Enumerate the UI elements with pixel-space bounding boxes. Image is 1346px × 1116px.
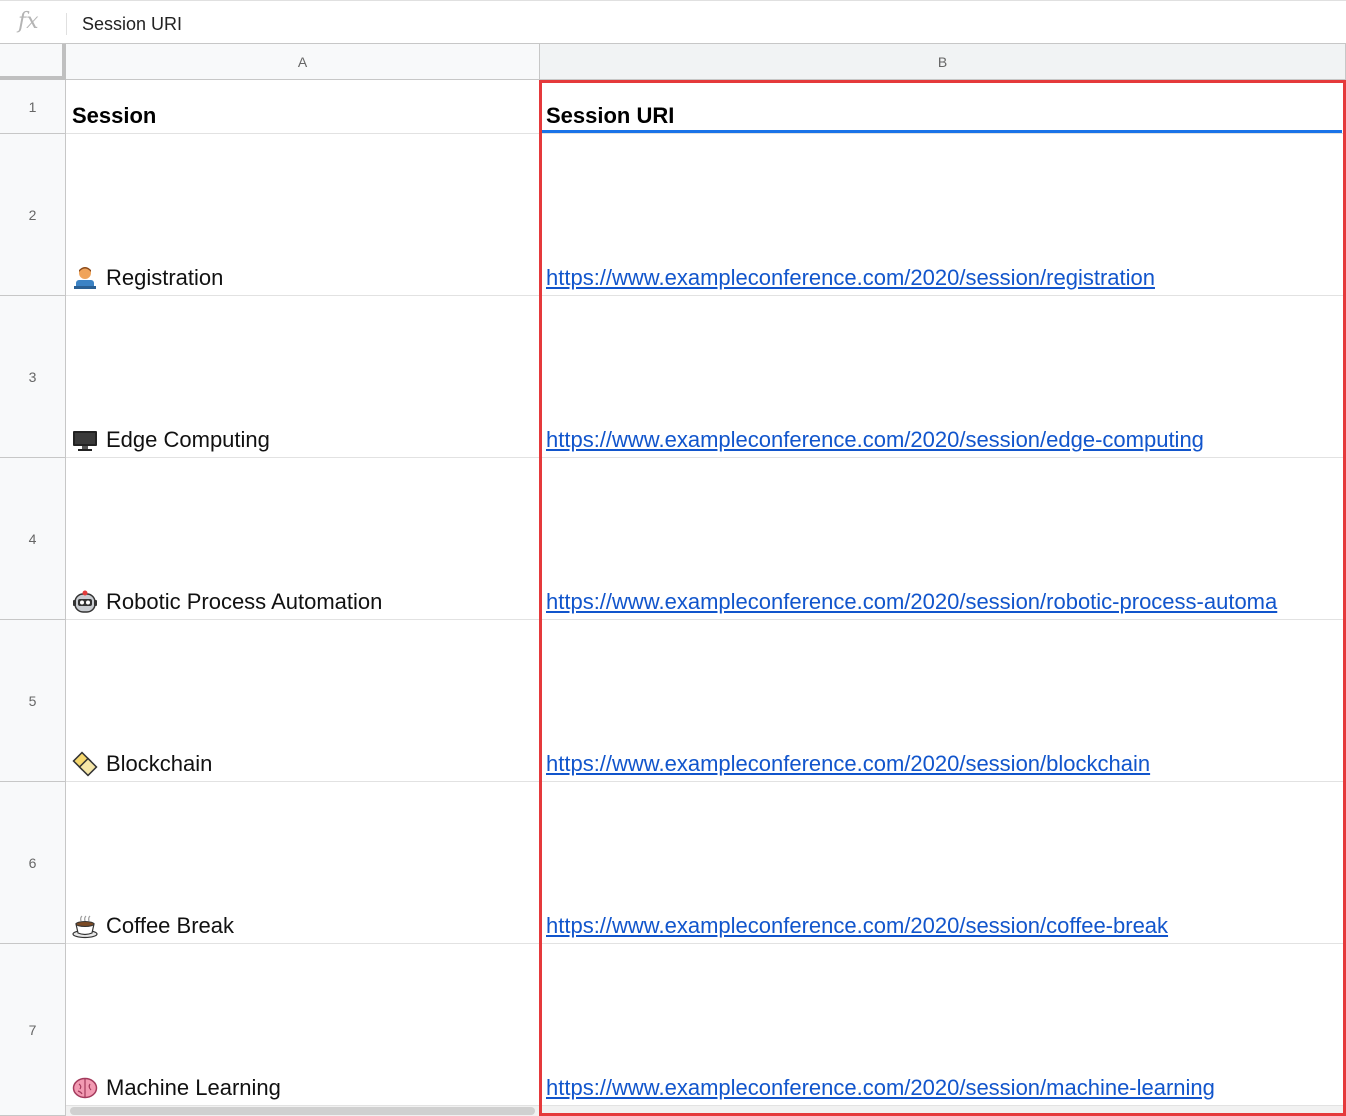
cell-b5[interactable]: https://www.exampleconference.com/2020/s… <box>540 620 1346 782</box>
cell-a3-text: Edge Computing <box>106 427 270 452</box>
person-at-desk-icon <box>74 267 96 289</box>
active-cell-indicator <box>542 130 1342 133</box>
session-link-robotic-process-automation[interactable]: https://www.exampleconference.com/2020/s… <box>546 589 1277 615</box>
session-link-registration[interactable]: https://www.exampleconference.com/2020/s… <box>546 265 1155 291</box>
cell-b1[interactable]: Session URI <box>540 80 1346 134</box>
session-link-machine-learning[interactable]: https://www.exampleconference.com/2020/s… <box>546 1075 1215 1101</box>
row-header-1[interactable]: 1 <box>0 80 66 134</box>
coffee-icon <box>72 915 98 939</box>
cell-a1[interactable]: Session <box>66 80 540 134</box>
cell-a5[interactable]: Blockchain <box>66 620 540 782</box>
cell-a6-text: Coffee Break <box>106 913 235 938</box>
column-header-a[interactable]: A <box>66 44 540 80</box>
cell-a2[interactable]: Registration <box>66 134 540 296</box>
session-link-blockchain[interactable]: https://www.exampleconference.com/2020/s… <box>546 751 1150 777</box>
monitor-icon <box>73 431 97 451</box>
cell-a6[interactable]: Coffee Break <box>66 782 540 944</box>
cell-b3[interactable]: https://www.exampleconference.com/2020/s… <box>540 296 1346 458</box>
row-header-6[interactable]: 6 <box>0 782 66 944</box>
cell-b2[interactable]: https://www.exampleconference.com/2020/s… <box>540 134 1346 296</box>
horizontal-scrollbar-thumb[interactable] <box>70 1107 535 1115</box>
fx-icon: fx <box>18 9 39 34</box>
blockchain-icon <box>72 751 98 777</box>
row-header-3[interactable]: 3 <box>0 296 66 458</box>
cell-a3[interactable]: Edge Computing <box>66 296 540 458</box>
row-header-7[interactable]: 7 <box>0 944 66 1116</box>
robot-icon <box>73 590 97 613</box>
row-header-2[interactable]: 2 <box>0 134 66 296</box>
cell-b7[interactable]: https://www.exampleconference.com/2020/s… <box>540 944 1346 1106</box>
cell-a1-text: Session <box>72 103 157 128</box>
formula-bar: fx Session URI <box>0 0 1346 44</box>
cell-a7-text: Machine Learning <box>106 1075 281 1100</box>
cell-b6[interactable]: https://www.exampleconference.com/2020/s… <box>540 782 1346 944</box>
cell-a4-text: Robotic Process Automation <box>106 589 383 614</box>
cell-a7[interactable]: Machine Learning <box>66 944 540 1106</box>
cell-a4[interactable]: Robotic Process Automation <box>66 458 540 620</box>
cell-a5-text: Blockchain <box>106 751 213 776</box>
row-header-5[interactable]: 5 <box>0 620 66 782</box>
session-link-coffee-break[interactable]: https://www.exampleconference.com/2020/s… <box>546 913 1168 939</box>
cell-b1-text: Session URI <box>546 103 675 128</box>
cell-a2-text: Registration <box>106 265 224 290</box>
select-all-corner[interactable] <box>0 44 66 80</box>
brain-icon <box>72 1077 98 1099</box>
cell-b4[interactable]: https://www.exampleconference.com/2020/s… <box>540 458 1346 620</box>
session-link-edge-computing[interactable]: https://www.exampleconference.com/2020/s… <box>546 427 1204 453</box>
column-header-b[interactable]: B <box>540 44 1346 80</box>
formula-input[interactable]: Session URI <box>82 14 182 35</box>
row-header-4[interactable]: 4 <box>0 458 66 620</box>
formula-divider <box>66 13 67 35</box>
